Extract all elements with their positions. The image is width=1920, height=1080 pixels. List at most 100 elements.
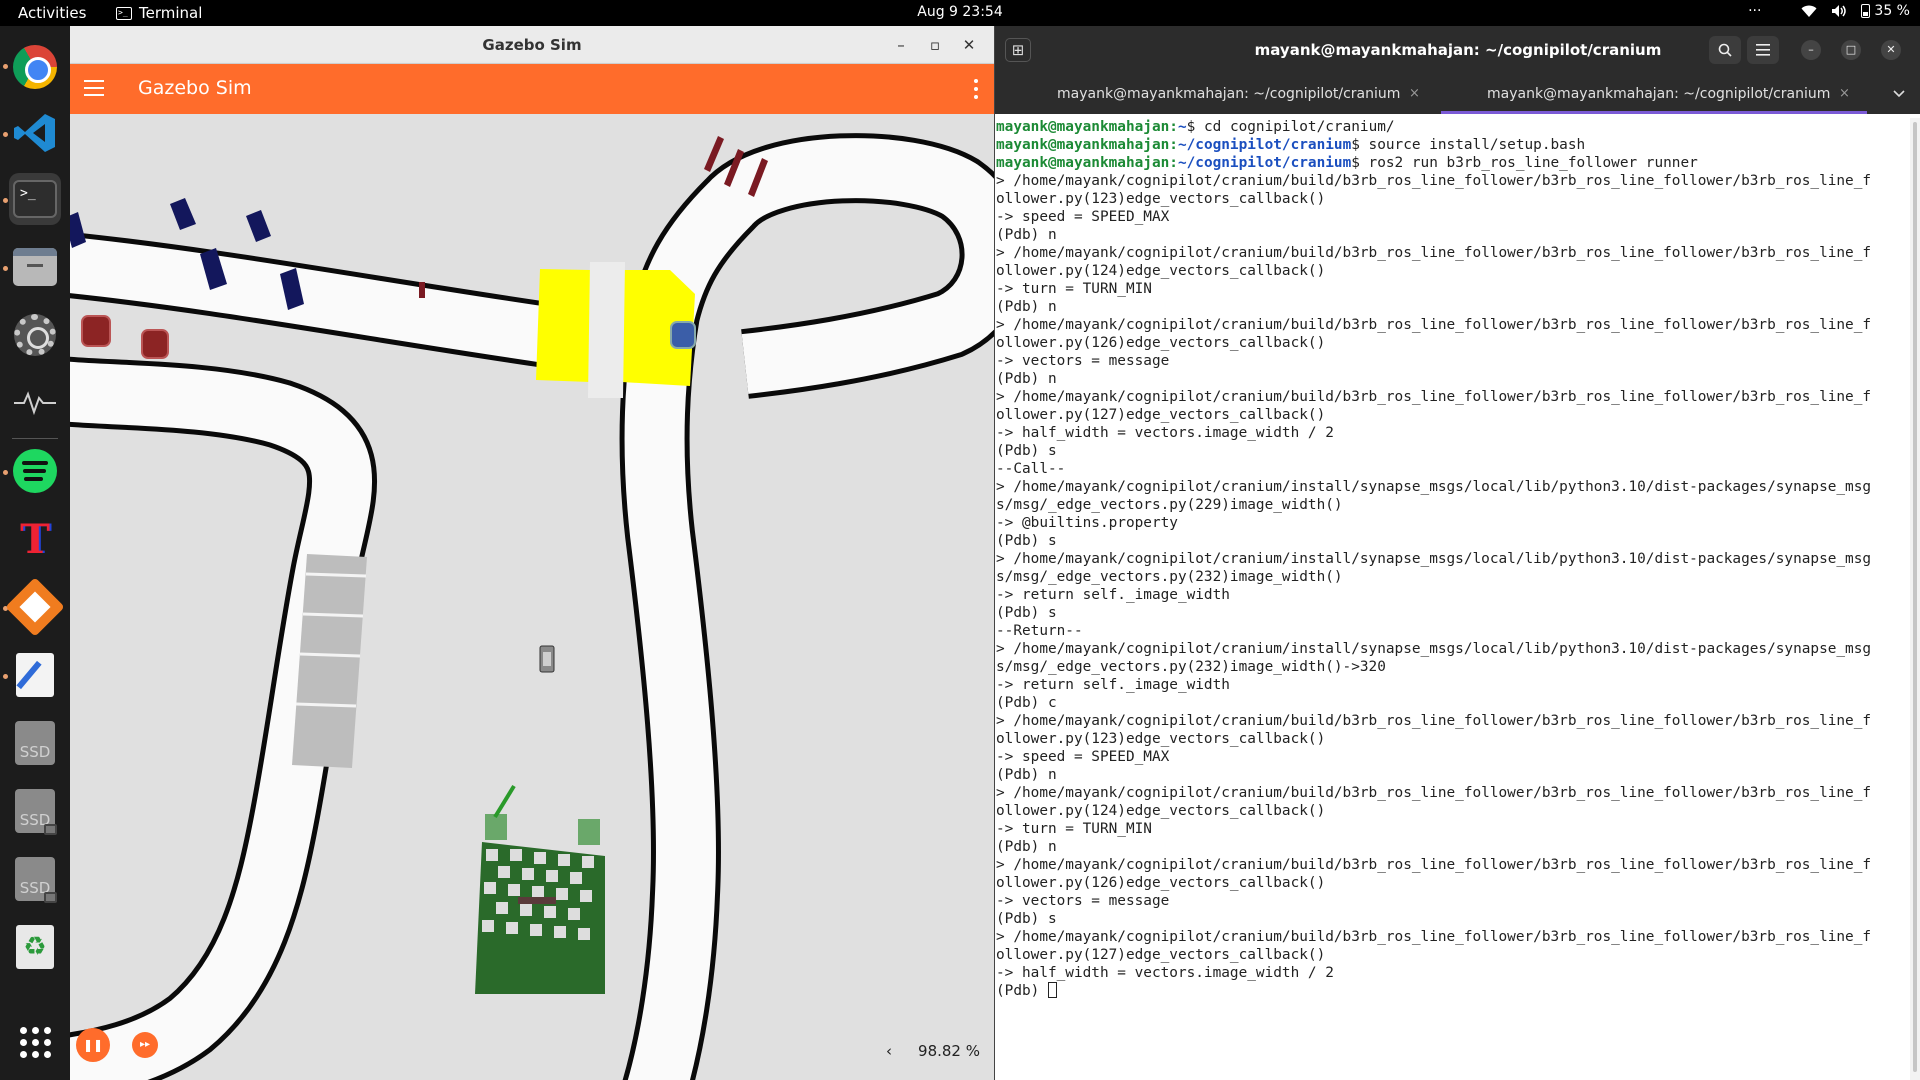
tab-close-icon[interactable]: ×: [1839, 74, 1850, 114]
dock-system-monitor[interactable]: [9, 377, 61, 429]
terminal-line: -> speed = SPEED_MAX: [996, 749, 1170, 765]
running-indicator: [3, 674, 8, 679]
terminal-line: > /home/mayank/cognipilot/cranium/instal…: [996, 551, 1872, 567]
prompt-path: ~/cognipilot/cranium: [1177, 137, 1352, 153]
terminal-tab-active[interactable]: mayank@mayankmahajan: ~/cognipilot/crani…: [1441, 74, 1867, 114]
tab-close-icon[interactable]: ×: [1409, 74, 1420, 114]
terminal-line: s/msg/_edge_vectors.py(229)image_width(): [996, 497, 1343, 513]
command-text: $ source install/setup.bash: [1351, 137, 1586, 153]
minimize-button[interactable]: –: [1801, 40, 1821, 60]
drive-icon: SSD: [15, 857, 57, 903]
terminal-line: (Pdb) n: [996, 299, 1057, 315]
clock[interactable]: Aug 9 23:54: [917, 4, 1003, 20]
terminal-line: > /home/mayank/cognipilot/cranium/build/…: [996, 317, 1872, 333]
dock-ssd-3[interactable]: SSD: [9, 853, 61, 905]
terminal-line: mayank@mayankmahajan:~$ cd cognipilot/cr…: [996, 118, 1908, 136]
dock-archive-manager[interactable]: [5, 577, 65, 637]
dock-vscode[interactable]: [9, 107, 61, 159]
app-menu[interactable]: >_ Terminal: [116, 4, 202, 22]
dock-spotify[interactable]: [9, 445, 61, 497]
terminal-line: > /home/mayank/cognipilot/cranium/build/…: [996, 713, 1872, 729]
tab-label: mayank@mayankmahajan: ~/cognipilot/crani…: [1487, 86, 1831, 102]
terminal-line: (Pdb) c: [996, 695, 1057, 711]
terminal-line: -> half_width = vectors.image_width / 2: [996, 965, 1334, 981]
tab-label: mayank@mayankmahajan: ~/cognipilot/crani…: [1057, 86, 1401, 102]
terminal-line: > /home/mayank/cognipilot/cranium/build/…: [996, 929, 1872, 945]
running-indicator: [3, 64, 8, 69]
dock-chrome[interactable]: [9, 41, 61, 93]
dock-separator: [12, 438, 58, 439]
dock-files[interactable]: [9, 241, 61, 293]
chevron-down-icon[interactable]: [1893, 90, 1905, 98]
gazebo-titlebar[interactable]: Gazebo Sim – ▫ ✕: [70, 26, 994, 64]
terminal-tab[interactable]: mayank@mayankmahajan: ~/cognipilot/crani…: [995, 74, 1431, 114]
pause-button[interactable]: ❚❚: [76, 1028, 110, 1062]
terminal-line: -> vectors = message: [996, 353, 1170, 369]
close-button[interactable]: ✕: [958, 34, 980, 56]
gear-icon: [14, 314, 56, 356]
terminal-line: (Pdb) n: [996, 227, 1057, 243]
lock-icon: [44, 892, 57, 903]
dock-settings[interactable]: [9, 309, 61, 361]
text-editor-icon: [16, 653, 54, 697]
terminal-scrollbar[interactable]: [1910, 118, 1920, 1080]
close-button[interactable]: ✕: [1881, 40, 1901, 60]
dock-terminal[interactable]: >_: [9, 173, 61, 225]
search-button[interactable]: [1709, 36, 1741, 64]
terminal-line: > /home/mayank/cognipilot/cranium/instal…: [996, 479, 1872, 495]
running-indicator: [3, 198, 8, 203]
dock-texstudio[interactable]: T: [9, 513, 61, 565]
archive-icon: [5, 577, 65, 637]
terminal-line: > /home/mayank/cognipilot/cranium/build/…: [996, 389, 1872, 405]
menu-button[interactable]: [1747, 36, 1779, 64]
minimize-button[interactable]: –: [890, 34, 912, 56]
dock-ssd-1[interactable]: SSD: [9, 717, 61, 769]
terminal-line: ollower.py(124)edge_vectors_callback(): [996, 263, 1326, 279]
step-button[interactable]: ▸▸: [132, 1032, 158, 1058]
terminal-line: --Call--: [996, 461, 1066, 477]
maximize-button[interactable]: □: [1841, 40, 1861, 60]
3d-scene-viewport[interactable]: [70, 114, 994, 1080]
maximize-button[interactable]: ▫: [924, 34, 946, 56]
terminal-line: ollower.py(127)edge_vectors_callback(): [996, 407, 1326, 423]
files-icon: [13, 248, 57, 286]
terminal-line: ollower.py(126)edge_vectors_callback(): [996, 335, 1326, 351]
battery-indicator[interactable]: 35 %: [1861, 3, 1910, 19]
gazebo-header-title: Gazebo Sim: [138, 77, 252, 99]
battery-icon: [1861, 4, 1871, 18]
overflow-menu-icon[interactable]: ···: [1748, 3, 1761, 19]
dock-text-editor[interactable]: [9, 649, 61, 701]
command-text: $ ros2 run b3rb_ros_line_follower runner: [1351, 155, 1698, 171]
activities-button[interactable]: Activities: [18, 4, 86, 22]
terminal-titlebar[interactable]: ⊞ mayank@mayankmahajan: ~/cognipilot/cra…: [995, 26, 1920, 74]
terminal-line: > /home/mayank/cognipilot/cranium/build/…: [996, 785, 1872, 801]
dock-ssd-2[interactable]: SSD: [9, 785, 61, 837]
prompt-user: mayank@mayankmahajan:: [996, 119, 1178, 135]
chrome-icon: [13, 45, 57, 89]
running-indicator: [3, 470, 8, 475]
terminal-icon: >_: [116, 6, 132, 20]
running-indicator: [3, 266, 8, 271]
show-applications-button[interactable]: [9, 1016, 61, 1068]
top-bar: Activities >_ Terminal Aug 9 23:54 ··· 3…: [0, 0, 1920, 26]
trash-icon: ♻: [16, 925, 54, 969]
terminal-output[interactable]: mayank@mayankmahajan:~$ cd cognipilot/cr…: [996, 118, 1908, 1080]
robot-car: [539, 645, 555, 673]
more-options-icon[interactable]: [974, 79, 978, 99]
drive-icon: SSD: [15, 721, 55, 765]
real-time-factor: ‹ 98.82 %: [886, 1042, 980, 1060]
spotify-icon: [13, 449, 57, 493]
terminal-line: ollower.py(126)edge_vectors_callback(): [996, 875, 1326, 891]
volume-icon: [1832, 5, 1847, 17]
prompt-user: mayank@mayankmahajan:: [996, 155, 1178, 171]
terminal-line: -> speed = SPEED_MAX: [996, 209, 1170, 225]
dock-rubbish-bin[interactable]: ♻: [9, 921, 61, 973]
app-grid-icon: [19, 1026, 51, 1058]
terminal-line: > /home/mayank/cognipilot/cranium/instal…: [996, 641, 1872, 657]
terminal-line: --Return--: [996, 623, 1083, 639]
hamburger-menu-icon[interactable]: [84, 80, 104, 101]
chevron-left-icon[interactable]: ‹: [886, 1042, 892, 1060]
dock: >_ T SSD SSD SSD ♻: [0, 26, 70, 1080]
vscode-icon: [14, 114, 55, 152]
system-tray[interactable]: ··· 35 %: [1748, 3, 1910, 19]
